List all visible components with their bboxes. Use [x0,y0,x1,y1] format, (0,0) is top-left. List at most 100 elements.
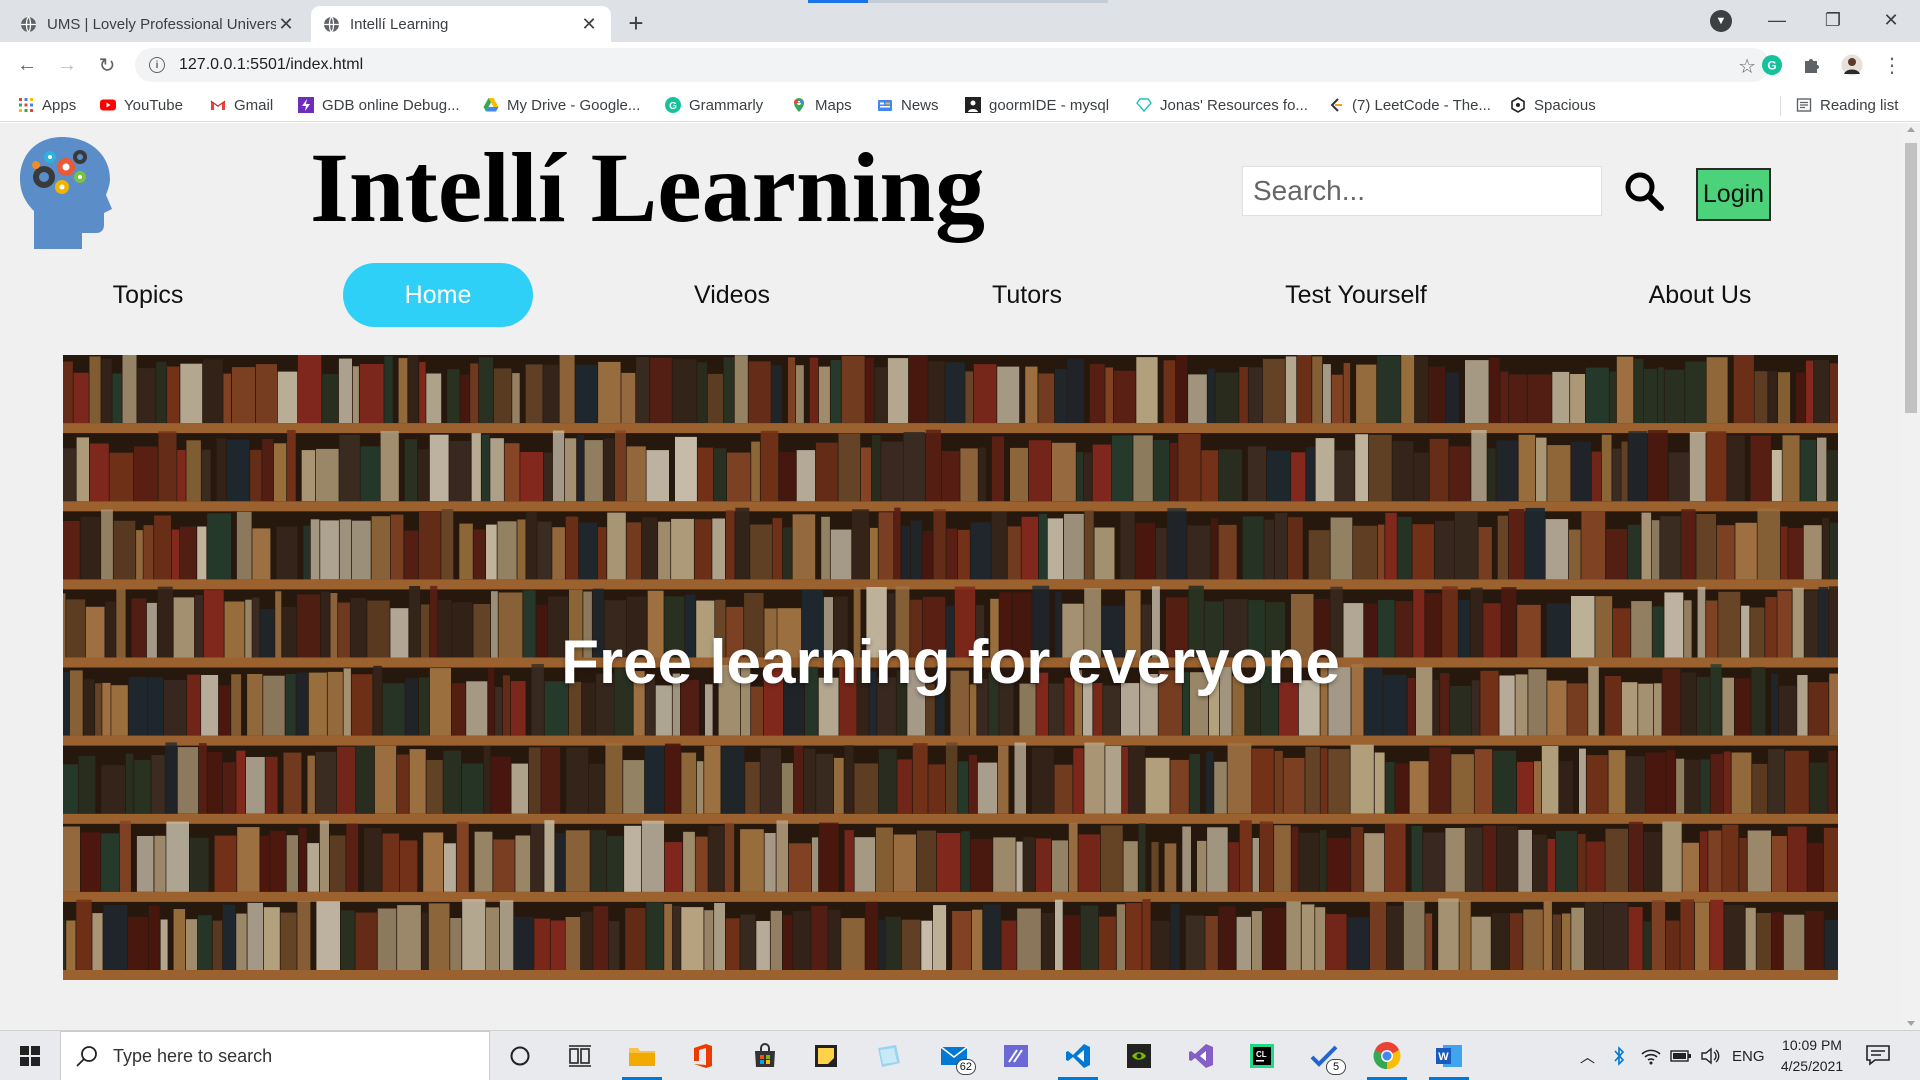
windows-taskbar: Type here to search 62 CL 5 W ︿ ENG 10:0… [0,1030,1920,1080]
sticky-notes-icon[interactable] [806,1037,846,1075]
tab-title: Intellí Learning [350,15,449,33]
word-icon[interactable]: W [1429,1037,1469,1080]
bookmarks-bar: Apps YouTube Gmail GDB online Debug... M… [0,88,1920,122]
chrome-icon[interactable] [1367,1037,1407,1080]
language-indicator[interactable]: ENG [1732,1031,1765,1080]
scrollbar-thumb[interactable] [1905,143,1917,413]
windows-start-button[interactable] [0,1031,60,1080]
show-hidden-icons-chevron-icon[interactable]: ︿ [1580,1031,1595,1080]
bookmark-label: YouTube [124,96,183,114]
bookmark-spacious[interactable]: Spacious [1510,95,1596,115]
wifi-icon[interactable] [1641,1031,1661,1080]
reading-list-button[interactable]: Reading list [1796,95,1898,115]
svg-text:W: W [1438,1051,1449,1063]
bookmark-label: (7) LeetCode - The... [1352,96,1491,114]
svg-text:G: G [669,101,677,112]
bookmark-google-drive[interactable]: My Drive - Google... [483,95,640,115]
window-close-button[interactable]: ✕ [1866,4,1916,36]
file-explorer-icon[interactable] [622,1037,662,1080]
maps-icon [794,98,804,112]
grammarly-extension-icon[interactable]: G [1761,54,1783,76]
search-icon[interactable] [1620,166,1668,216]
restore-button[interactable]: ❐ [1808,4,1858,36]
reload-icon[interactable]: ↻ [92,50,122,80]
login-button[interactable]: Login [1696,168,1771,221]
visual-studio-icon[interactable] [1181,1037,1221,1075]
address-bar[interactable]: i 127.0.0.1:5501/index.html ☆ [135,48,1770,82]
back-arrow-icon[interactable]: ← [12,50,42,80]
photos-app-icon[interactable] [868,1037,908,1075]
bookmark-maps[interactable]: Maps [791,95,852,115]
new-tab-button[interactable]: + [622,8,650,38]
diamond-icon [1136,98,1152,113]
forward-arrow-icon[interactable]: → [52,50,82,80]
tab-search-icon[interactable]: ▼ [1710,10,1732,32]
tab-intelli-learning[interactable]: Intellí Learning ✕ [311,6,611,42]
scroll-down-arrow[interactable] [1907,1021,1915,1026]
site-brand-title: Intellí Learning [310,132,986,243]
bookmark-news[interactable]: News [877,95,939,115]
bookmark-gdb[interactable]: GDB online Debug... [298,95,460,115]
minimize-button[interactable]: — [1752,4,1802,36]
nvidia-icon[interactable] [1119,1037,1159,1075]
extensions-puzzle-icon[interactable] [1801,54,1823,76]
svg-text:CL: CL [1256,1050,1267,1059]
close-icon[interactable]: ✕ [276,14,296,34]
battery-icon[interactable] [1670,1031,1692,1080]
google-drive-icon [483,98,499,112]
bookmark-gmail[interactable]: Gmail [210,95,273,115]
bookmark-jonas-resources[interactable]: Jonas' Resources fo... [1136,95,1308,115]
nav-videos[interactable]: Videos [672,263,792,327]
bookmark-label: Gmail [234,96,274,114]
bookmark-label: Jonas' Resources fo... [1160,96,1308,114]
nav-test-yourself[interactable]: Test Yourself [1266,263,1446,327]
bluetooth-icon[interactable] [1612,1031,1626,1080]
main-nav: Topics Home Videos Tutors Test Yourself … [0,263,1902,329]
bookmark-star-icon[interactable]: ☆ [1738,54,1756,79]
bookmark-goorm[interactable]: goormIDE - mysql [965,95,1109,115]
browser-toolbar: ← → ↻ i 127.0.0.1:5501/index.html ☆ G ⋮ [0,42,1920,88]
nav-home[interactable]: Home [343,263,533,327]
bookmark-grammarly[interactable]: G Grammarly [665,95,763,115]
profile-avatar[interactable] [1841,54,1863,76]
globe-icon [21,16,36,32]
mail-icon[interactable]: 62 [934,1037,976,1075]
bookmark-label: goormIDE - mysql [989,96,1110,114]
bookmark-apps[interactable]: Apps [18,95,76,115]
clion-icon[interactable]: CL [1242,1037,1282,1075]
tab-ums[interactable]: UMS | Lovely Professional University ✕ [8,6,308,42]
nav-topics[interactable]: Topics [88,263,208,327]
spacious-icon [1511,97,1525,113]
reading-list-label: Reading list [1820,96,1899,114]
site-info-icon[interactable]: i [149,57,165,73]
bookmark-label: Maps [815,96,852,114]
chrome-menu-icon[interactable]: ⋮ [1881,54,1903,77]
site-search-input[interactable] [1242,166,1602,216]
taskbar-search-placeholder: Type here to search [113,1045,273,1066]
search-icon [76,1046,97,1067]
close-icon[interactable]: ✕ [579,14,599,34]
notifications-icon[interactable] [1865,1044,1891,1066]
windows-logo-icon [20,1046,40,1066]
office-icon[interactable] [683,1037,723,1075]
todo-icon[interactable]: 5 [1304,1037,1346,1075]
scroll-up-arrow[interactable] [1907,127,1915,132]
task-view-icon[interactable] [560,1037,600,1075]
bookmark-label: My Drive - Google... [507,96,641,114]
nav-about-us[interactable]: About Us [1620,263,1780,327]
leetcode-icon [1330,98,1342,112]
bookmark-youtube[interactable]: YouTube [100,95,183,115]
page-scrollbar[interactable] [1902,123,1920,1030]
volume-icon[interactable] [1700,1031,1720,1080]
vscode-icon[interactable] [1058,1037,1098,1080]
page-viewport: Intellí Learning Login Topics Home Video… [0,123,1902,1030]
microsoft-store-icon[interactable] [745,1037,785,1075]
system-clock[interactable]: 10:09 PM 4/25/2021 [1762,1035,1862,1077]
taskbar-search-box[interactable]: Type here to search [60,1031,490,1080]
bookmark-label: GDB online Debug... [322,96,460,114]
bookmark-leetcode[interactable]: (7) LeetCode - The... [1328,95,1491,115]
cortana-icon[interactable] [500,1037,540,1075]
pen-app-icon[interactable] [996,1037,1036,1075]
nav-tutors[interactable]: Tutors [967,263,1087,327]
hero-banner: Free learning for everyone [63,355,1838,980]
